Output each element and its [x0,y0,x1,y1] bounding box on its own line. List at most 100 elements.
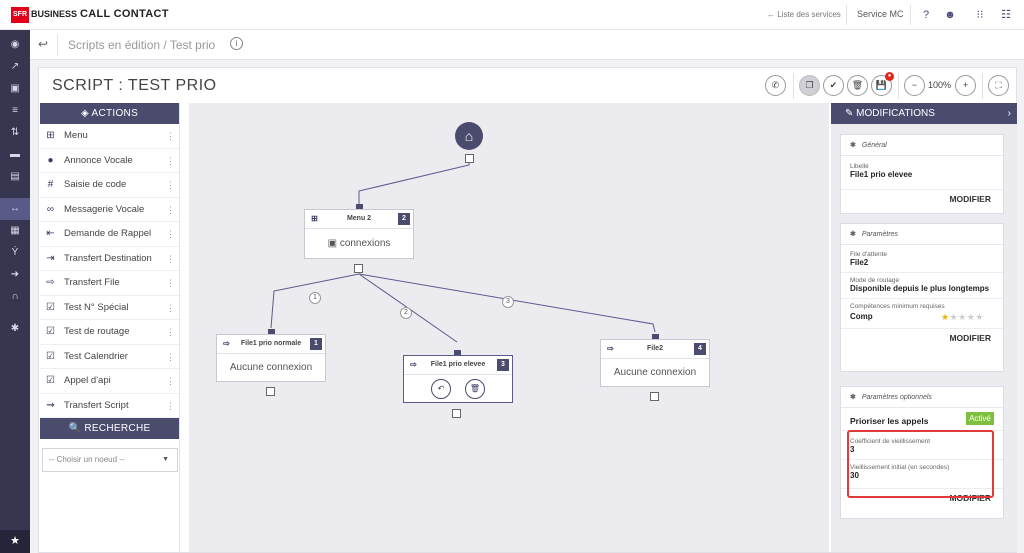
service-name[interactable]: Service MC [857,9,904,19]
validate-icon[interactable]: ✔ [823,75,844,96]
gear-icon[interactable]: ✱ [0,318,30,340]
action-item[interactable]: ⇨ Transfert File ⋮ [40,271,179,296]
delete-icon[interactable]: 🗑 [465,378,485,399]
apps-grid-icon[interactable]: ⁝⁝ [972,7,988,23]
star-icon[interactable]: ★ [950,312,959,322]
transfer-icon[interactable]: ⇅ [0,122,30,144]
lock-icon[interactable]: ▣ [0,78,30,100]
services-list-link[interactable]: ← Liste des services [767,10,841,19]
action-label: Saisie de code [64,179,127,190]
drag-handle-icon[interactable]: ⋮ [166,320,175,344]
optional-title-text: Paramètres optionnels [861,394,932,401]
drag-handle-icon[interactable]: ⋮ [166,247,175,271]
node-output-port[interactable] [354,264,363,273]
parameters-title-text: Paramètres [861,231,899,238]
sfr-logo: SFR [11,7,29,23]
users-icon[interactable]: ☻ [942,7,958,23]
drag-handle-icon[interactable]: ⋮ [166,345,175,369]
node-number-badge: 4 [694,343,706,355]
action-item[interactable]: ☑ Test de routage ⋮ [40,320,179,345]
divider [846,5,847,25]
parameters-card-title: ✱ Paramètres [841,224,1003,245]
copy-icon[interactable]: ❐ [799,75,820,96]
drag-handle-icon[interactable]: ⋮ [166,198,175,222]
drag-handle-icon[interactable]: ⋮ [166,124,175,148]
node-select-value: -- Choisir un noeud -- [49,455,125,464]
action-item[interactable]: ☑ Test N° Spécial ⋮ [40,296,179,320]
modify-general-button[interactable]: MODIFIER [841,194,1003,204]
node-menu-2[interactable]: ⊞ Menu 2 2 ▣ connexions [304,209,414,259]
node-input-port [356,204,363,209]
node-output-port[interactable] [465,154,474,163]
undo-icon[interactable]: ↶ [431,378,451,399]
folder-icon[interactable]: ▤ [0,166,30,188]
drag-handle-icon[interactable]: ⋮ [166,369,175,393]
action-icon: ⇨ [46,277,55,288]
drag-handle-icon[interactable]: ⋮ [166,222,175,246]
delete-icon[interactable]: 🗑 [847,75,868,96]
calendar-icon[interactable]: ▦ [0,220,30,242]
action-item[interactable]: ⇝ Transfert Script ⋮ [40,394,179,418]
node-output-port[interactable] [650,392,659,401]
node-file1-prio-elevee[interactable]: ⇨ File1 prio elevee 3 ↶ 🗑 [403,355,513,403]
script-canvas[interactable]: ⌂ ⊞ Menu 2 2 ▣ connexions 1 2 3 ⇨ File1 … [189,103,829,552]
action-label: Transfert Destination [64,252,152,264]
modify-parameters-button[interactable]: MODIFIER [841,333,1003,343]
divider [841,298,1003,299]
node-body: Aucune connexion [229,362,313,373]
connection-lines [270,159,656,343]
actions-list: ⊞ Menu ⋮ ● Annonce Vocale ⋮ # Saisie de code ⋮ ∞ M… [40,124,179,418]
node-output-port[interactable] [266,387,275,396]
forward-icon[interactable]: ➜ [0,264,30,286]
chat-icon[interactable]: ▬ [0,144,30,166]
star-icon[interactable]: ★ [0,530,30,553]
zoom-in-button[interactable]: + [955,75,976,96]
action-item[interactable]: ● Annonce Vocale ⋮ [40,149,179,173]
list-icon[interactable]: ≡ [0,100,30,122]
star-icon[interactable]: ★ [941,312,950,322]
phone-icon[interactable]: ✆ [765,75,786,96]
help-icon[interactable]: ? [918,7,934,23]
node-file1-prio-normale[interactable]: ⇨ File1 prio normale 1 Aucune connexion [216,334,326,382]
info-icon[interactable]: i [230,37,243,50]
action-item[interactable]: ⇤ Demande de Rappel ⋮ [40,222,179,247]
action-item[interactable]: ☑ Test Calendrier ⋮ [40,345,179,369]
node-input-port [268,329,275,334]
fork-icon[interactable]: Ý [0,242,30,264]
code-icon[interactable]: ↔ [0,198,30,220]
drag-handle-icon[interactable]: ⋮ [166,173,175,197]
node-file2[interactable]: ⇨ File2 4 Aucune connexion [600,339,710,387]
node-output-port[interactable] [452,409,461,418]
search-header-label: RECHERCHE [84,423,151,434]
action-item[interactable]: ⇥ Transfert Destination ⋮ [40,247,179,271]
action-label: Menu [64,130,88,141]
node-title: Menu 2 [346,215,372,222]
connexions-label: ▣ connexions [327,238,391,249]
action-label: Annonce Vocale [64,154,133,166]
status-badge[interactable]: Activé [966,412,994,425]
breadcrumb: Scripts en édition / Test prio [68,38,216,52]
star-icon[interactable]: ★ [975,312,984,322]
star-icon[interactable]: ★ [958,312,967,322]
divider [841,272,1003,273]
drag-handle-icon[interactable]: ⋮ [166,271,175,295]
back-arrow-icon[interactable]: ↩ [38,37,48,51]
chevron-right-icon[interactable]: › [1008,103,1011,124]
action-label: Messagerie Vocale [64,203,145,215]
drag-handle-icon[interactable]: ⋮ [166,149,175,173]
node-select[interactable]: -- Choisir un noeud -- ▼ [42,448,178,472]
action-icon: ⊞ [46,130,55,141]
eye-icon[interactable]: ◉ [0,34,30,56]
action-item[interactable]: # Saisie de code ⋮ [40,173,179,198]
drag-handle-icon[interactable]: ⋮ [166,394,175,418]
headset-icon[interactable]: ∩ [0,286,30,308]
fullscreen-icon[interactable]: ⛶ [988,75,1009,96]
action-item[interactable]: ☑ Appel d'api ⋮ [40,369,179,394]
menu-grid-icon[interactable]: ☷ [998,7,1014,23]
home-icon[interactable]: ⌂ [455,122,483,150]
zoom-out-button[interactable]: − [904,75,925,96]
drag-handle-icon[interactable]: ⋮ [166,296,175,320]
trend-icon[interactable]: ↗ [0,56,30,78]
action-item[interactable]: ∞ Messagerie Vocale ⋮ [40,198,179,222]
action-item[interactable]: ⊞ Menu ⋮ [40,124,179,149]
